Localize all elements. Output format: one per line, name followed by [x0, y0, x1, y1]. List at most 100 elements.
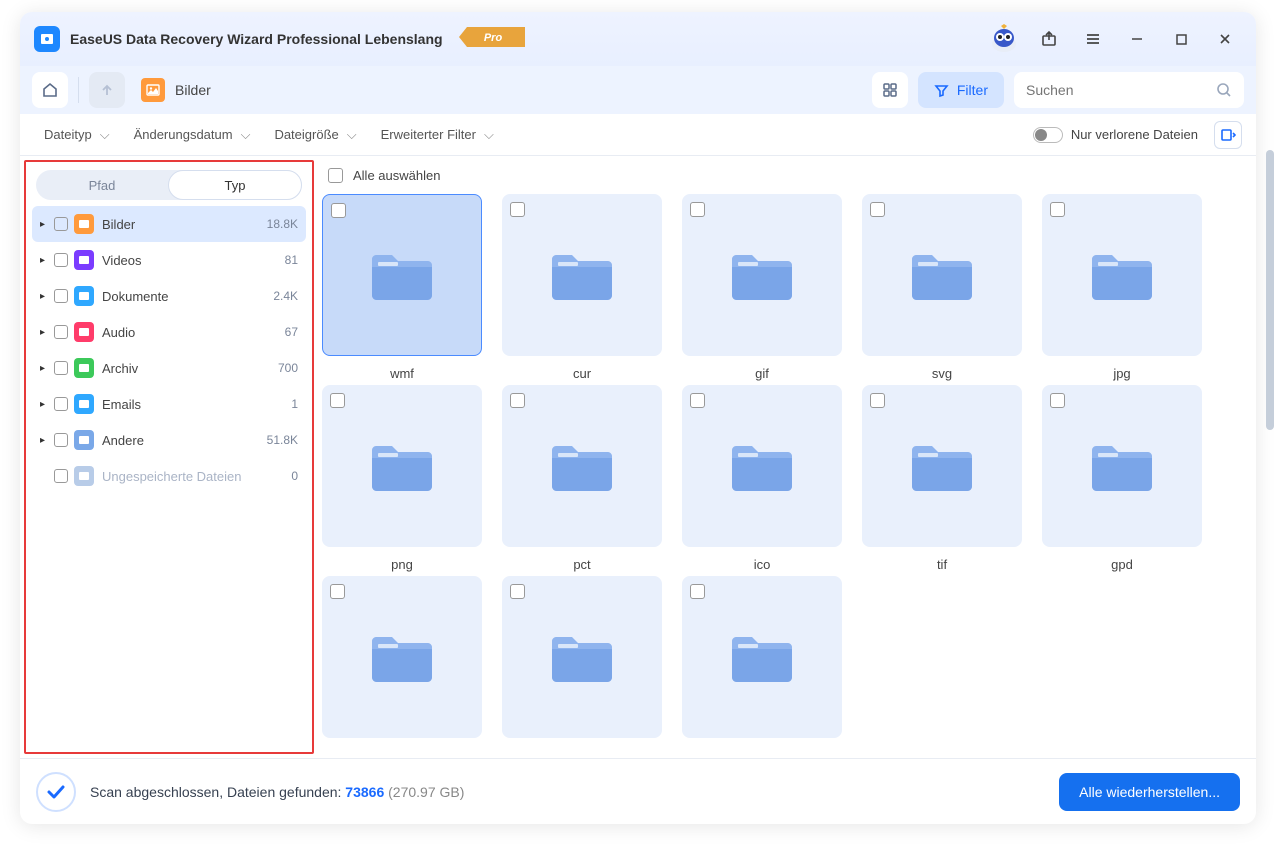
recover-all-button[interactable]: Alle wiederherstellen... [1059, 773, 1240, 811]
toggle-switch[interactable] [1033, 127, 1063, 143]
tree-checkbox[interactable] [54, 325, 68, 339]
thumb-label: gpd [1111, 557, 1133, 572]
thumb-checkbox[interactable] [330, 393, 345, 408]
tree-checkbox[interactable] [54, 397, 68, 411]
lost-only-label: Nur verlorene Dateien [1071, 127, 1198, 142]
share-button[interactable] [1032, 22, 1066, 56]
filter-modified[interactable]: Änderungsdatum⌵ [124, 127, 261, 143]
sidebar-item-bilder[interactable]: ▸Bilder18.8K [32, 206, 306, 242]
folder-thumb[interactable]: wmf [322, 194, 482, 381]
folder-thumb[interactable]: png [322, 385, 482, 572]
tree-item-count: 700 [278, 361, 298, 375]
app-logo-icon [34, 26, 60, 52]
footer-status: Scan abgeschlossen, Dateien gefunden: 73… [90, 784, 464, 800]
folder-thumb[interactable]: cur [502, 194, 662, 381]
main-panel: Alle auswählen wmfcurgifsvgjpgpngpcticot… [314, 156, 1256, 758]
thumb-checkbox[interactable] [1050, 202, 1065, 217]
folder-thumb[interactable]: jpg [1042, 194, 1202, 381]
thumb-checkbox[interactable] [510, 393, 525, 408]
expand-arrow-icon[interactable]: ▸ [40, 435, 50, 446]
close-button[interactable] [1208, 22, 1242, 56]
thumb-checkbox[interactable] [510, 584, 525, 599]
view-toggle-button[interactable] [872, 72, 908, 108]
content-area: Pfad Typ ▸Bilder18.8K▸Videos81▸Dokumente… [20, 156, 1256, 758]
expand-arrow-icon[interactable]: ▸ [40, 219, 50, 230]
footer: Scan abgeschlossen, Dateien gefunden: 73… [20, 758, 1256, 824]
rescan-button[interactable] [1214, 121, 1242, 149]
mascot-icon [986, 24, 1022, 54]
folder-thumb[interactable] [502, 576, 662, 748]
svg-text:Pro: Pro [483, 32, 502, 44]
folder-thumb[interactable] [322, 576, 482, 748]
sidebar-item-videos[interactable]: ▸Videos81 [32, 242, 306, 278]
breadcrumb-label: Bilder [175, 82, 211, 98]
tree-item-label: Dokumente [102, 289, 269, 304]
expand-arrow-icon[interactable]: ▸ [40, 291, 50, 302]
filter-advanced[interactable]: Erweiterter Filter⌵ [371, 127, 504, 143]
sidebar-item-archiv[interactable]: ▸Archiv700 [32, 350, 306, 386]
folder-thumb[interactable]: pct [502, 385, 662, 572]
sidebar-item-ungespeicherte-dateien[interactable]: Ungespeicherte Dateien0 [32, 458, 306, 494]
lost-only-toggle[interactable]: Nur verlorene Dateien [1033, 127, 1198, 143]
app-title: EaseUS Data Recovery Wizard Professional… [70, 31, 443, 47]
sidebar-item-emails[interactable]: ▸Emails1 [32, 386, 306, 422]
category-icon [74, 250, 94, 270]
search-input[interactable] [1026, 82, 1216, 98]
tab-path[interactable]: Pfad [36, 170, 168, 200]
select-all-checkbox[interactable] [328, 168, 343, 183]
app-window: EaseUS Data Recovery Wizard Professional… [20, 12, 1256, 824]
scrollbar[interactable] [1266, 150, 1274, 710]
expand-arrow-icon[interactable]: ▸ [40, 327, 50, 338]
thumb-checkbox[interactable] [331, 203, 346, 218]
tree-item-count: 1 [291, 397, 298, 411]
search-input-container[interactable] [1014, 72, 1244, 108]
maximize-button[interactable] [1164, 22, 1198, 56]
images-icon [141, 78, 165, 102]
menu-button[interactable] [1076, 22, 1110, 56]
thumb-label: cur [573, 366, 591, 381]
filter-button[interactable]: Filter [918, 72, 1004, 108]
thumb-checkbox[interactable] [690, 202, 705, 217]
folder-thumb[interactable] [682, 576, 842, 748]
folder-grid: wmf cur gifsvgjpg pngpct ico tif gpd [314, 194, 1256, 758]
sidebar-tab-switch: Pfad Typ [36, 170, 302, 200]
pro-badge: Pro [459, 27, 525, 52]
tree-checkbox[interactable] [54, 433, 68, 447]
tree-item-count: 67 [285, 325, 298, 339]
expand-arrow-icon[interactable]: ▸ [40, 399, 50, 410]
folder-thumb[interactable]: ico [682, 385, 842, 572]
up-button[interactable] [89, 72, 125, 108]
tree-checkbox[interactable] [54, 469, 68, 483]
thumb-checkbox[interactable] [510, 202, 525, 217]
folder-thumb[interactable]: gif [682, 194, 842, 381]
tree-checkbox[interactable] [54, 217, 68, 231]
sidebar: Pfad Typ ▸Bilder18.8K▸Videos81▸Dokumente… [24, 160, 314, 754]
thumb-checkbox[interactable] [870, 393, 885, 408]
expand-arrow-icon[interactable]: ▸ [40, 255, 50, 266]
thumb-checkbox[interactable] [330, 584, 345, 599]
tree-checkbox[interactable] [54, 361, 68, 375]
expand-arrow-icon[interactable]: ▸ [40, 363, 50, 374]
category-icon [74, 286, 94, 306]
tab-type[interactable]: Typ [168, 170, 302, 200]
minimize-button[interactable] [1120, 22, 1154, 56]
folder-thumb[interactable]: svg [862, 194, 1022, 381]
home-button[interactable] [32, 72, 68, 108]
tree-item-count: 81 [285, 253, 298, 267]
sidebar-item-dokumente[interactable]: ▸Dokumente2.4K [32, 278, 306, 314]
thumb-checkbox[interactable] [690, 584, 705, 599]
sidebar-item-andere[interactable]: ▸Andere51.8K [32, 422, 306, 458]
filter-filetype[interactable]: Dateityp⌵ [34, 127, 120, 143]
tree-checkbox[interactable] [54, 289, 68, 303]
folder-thumb[interactable]: tif [862, 385, 1022, 572]
thumb-checkbox[interactable] [1050, 393, 1065, 408]
tree-checkbox[interactable] [54, 253, 68, 267]
tree-item-label: Andere [102, 433, 263, 448]
sidebar-item-audio[interactable]: ▸Audio67 [32, 314, 306, 350]
filter-size[interactable]: Dateigröße⌵ [264, 127, 366, 143]
folder-thumb[interactable]: gpd [1042, 385, 1202, 572]
breadcrumb: Bilder [141, 78, 211, 102]
thumb-label: ico [754, 557, 771, 572]
thumb-checkbox[interactable] [690, 393, 705, 408]
thumb-checkbox[interactable] [870, 202, 885, 217]
